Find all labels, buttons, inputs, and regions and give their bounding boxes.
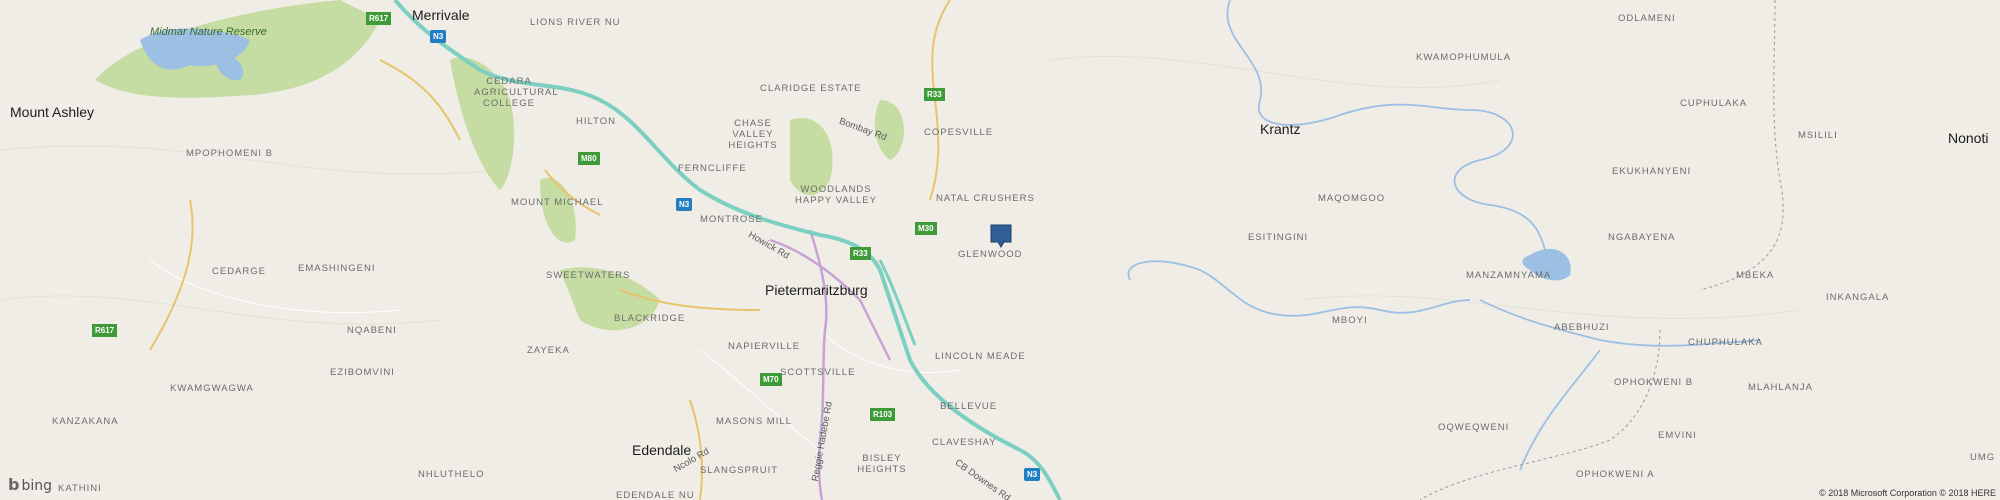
suburb-label: LINCOLN MEADE xyxy=(935,351,1026,362)
suburb-label: FERNCLIFFE xyxy=(678,163,747,174)
map-attribution: © 2018 Microsoft Corporation © 2018 HERE xyxy=(1819,488,1996,498)
suburb-label: NGABAYENA xyxy=(1608,232,1676,243)
suburb-label: KWAMOPHUMULA xyxy=(1416,52,1512,63)
suburb-label: WOODLANDS HAPPY VALLEY xyxy=(795,184,877,206)
water-bodies xyxy=(140,28,1571,281)
suburb-label: NHLUTHELO xyxy=(418,469,485,480)
suburb-label: EMVINI xyxy=(1658,430,1697,441)
suburb-label: KWAMGWAGWA xyxy=(170,383,254,394)
route-shield: N3 xyxy=(430,30,447,43)
suburb-label: MLAHLANJA xyxy=(1748,382,1813,393)
suburb-label: NQABENI xyxy=(347,325,397,336)
route-shield: M70 xyxy=(760,373,782,386)
suburb-label: ODLAMENI xyxy=(1618,13,1676,24)
suburb-label: NAPIERVILLE xyxy=(728,341,801,352)
suburb-label: CUPHULAKA xyxy=(1680,98,1748,109)
suburb-label: CEDARGE xyxy=(212,266,266,277)
suburb-label: INKANGALA xyxy=(1826,292,1890,303)
suburb-label: MBEKA xyxy=(1736,270,1775,281)
map-pushpin-icon xyxy=(990,224,1012,248)
city-label: Krantz xyxy=(1260,121,1301,137)
suburb-label: CLAVESHAY xyxy=(932,437,997,448)
suburb-label: CHUPHULAKA xyxy=(1688,337,1763,348)
suburb-label: NATAL CRUSHERS xyxy=(936,193,1035,204)
map-canvas[interactable]: Merrivale Mount Ashley Pietermaritzburg … xyxy=(0,0,2000,500)
terrain-contours xyxy=(0,55,1801,325)
suburb-label: OPHOKWENI B xyxy=(1614,377,1694,388)
route-shield: R617 xyxy=(366,12,392,25)
map-pushpin[interactable] xyxy=(990,224,1012,248)
route-shield: M80 xyxy=(578,152,600,165)
bing-logo[interactable]: b bing xyxy=(8,475,52,494)
suburb-label: UMG xyxy=(1970,452,1996,463)
park-label: Midmar Nature Reserve xyxy=(150,26,267,38)
suburb-label: EKUKHANYENI xyxy=(1612,166,1692,177)
suburb-label: SWEETWATERS xyxy=(546,270,631,281)
suburb-label: KATHINI xyxy=(58,483,102,494)
suburb-label: MONTROSE xyxy=(700,214,763,225)
suburb-label: COPESVILLE xyxy=(924,127,994,138)
bing-logo-icon: b xyxy=(8,475,20,494)
suburb-label: CLARIDGE ESTATE xyxy=(760,83,862,94)
suburb-label: EMASHINGENI xyxy=(298,263,376,274)
suburb-label: MSILILI xyxy=(1798,130,1838,141)
city-label: Pietermaritzburg xyxy=(765,282,868,298)
suburb-label: EZIBOMVINI xyxy=(330,367,395,378)
city-label: Merrivale xyxy=(412,7,470,23)
suburb-label: SCOTTSVILLE xyxy=(780,367,856,378)
suburb-label: MAQOMGOO xyxy=(1318,193,1386,204)
city-label: Nonoti xyxy=(1948,130,1989,146)
bing-logo-text: bing xyxy=(21,478,52,494)
suburb-label: MASONS MILL xyxy=(716,416,792,427)
suburb-label: GLENWOOD xyxy=(958,249,1023,260)
suburb-label: ABEBHUZI xyxy=(1554,322,1610,333)
suburb-label: CHASE VALLEY HEIGHTS xyxy=(728,118,778,151)
route-shield: N3 xyxy=(1024,468,1041,481)
suburb-label: OQWEQWENI xyxy=(1438,422,1510,433)
suburb-label: ESITINGINI xyxy=(1248,232,1309,243)
city-label: Edendale xyxy=(632,442,692,458)
suburb-label: LIONS RIVER NU xyxy=(530,17,621,28)
suburb-label: KANZAKANA xyxy=(52,416,119,427)
suburb-label: MANZAMNYAMA xyxy=(1466,270,1552,281)
suburb-label: BLACKRIDGE xyxy=(614,313,686,324)
suburb-label: ZAYEKA xyxy=(527,345,570,356)
motorway-link xyxy=(878,259,917,346)
suburb-label: BISLEY HEIGHTS xyxy=(857,453,907,475)
route-shield: R617 xyxy=(92,324,118,337)
route-shield: M30 xyxy=(915,222,937,235)
suburb-label: MBOYI xyxy=(1332,315,1368,326)
suburb-label: MPOPHOMENI B xyxy=(186,148,273,159)
route-shield: R33 xyxy=(924,88,945,101)
suburb-label: CEDARA AGRICULTURAL COLLEGE xyxy=(474,76,559,109)
suburb-label: BELLEVUE xyxy=(940,401,998,412)
route-shield: N3 xyxy=(676,198,693,211)
suburb-label: OPHOKWENI A xyxy=(1576,469,1655,480)
suburb-label: EDENDALE NU xyxy=(616,490,695,500)
route-shield: R33 xyxy=(850,247,871,260)
suburb-label: SLANGSPRUIT xyxy=(700,465,779,476)
suburb-label: HILTON xyxy=(576,116,616,127)
suburb-label: MOUNT MICHAEL xyxy=(511,197,604,208)
city-label: Mount Ashley xyxy=(10,104,95,120)
route-shield: R103 xyxy=(870,408,896,421)
